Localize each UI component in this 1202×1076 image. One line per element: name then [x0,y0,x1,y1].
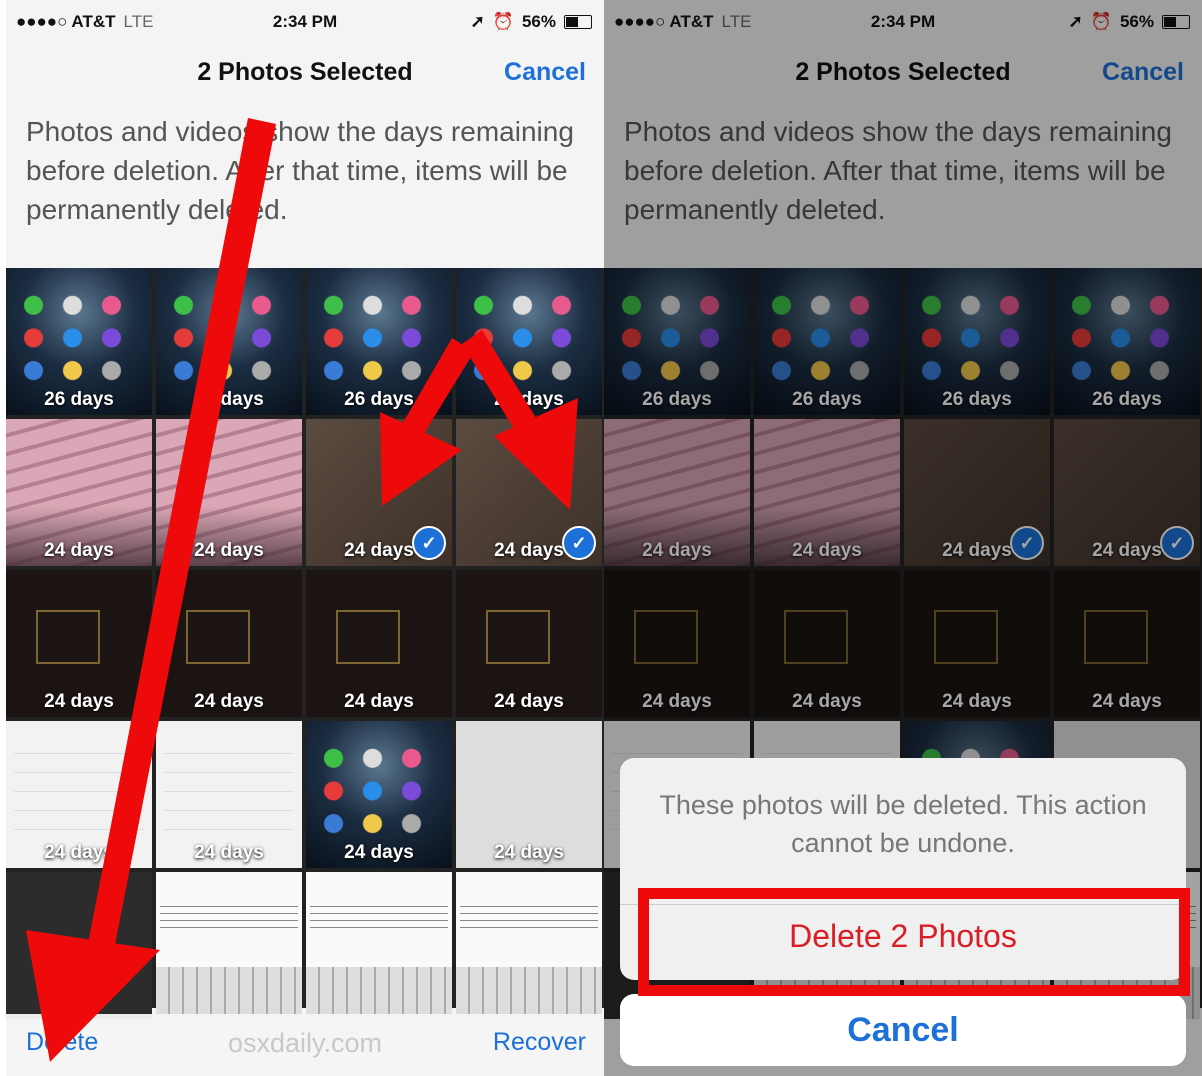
photo-tile[interactable] [306,872,452,1019]
photo-tile[interactable]: 24 days [306,570,452,717]
photo-tile[interactable]: 24 days ✓ [456,419,602,566]
photo-tile[interactable] [456,872,602,1019]
days-remaining-label: 26 days [494,389,564,410]
status-bar: ●●●●○ AT&T LTE 2:34 PM ➚ ⏰ 56% [6,0,604,42]
alarm-icon: ⏰ [492,12,514,31]
photo-grid: 26 days 26 days 26 days 26 days 24 days 24 da… [6,268,604,1019]
days-remaining-label: 24 days [44,691,114,712]
photo-tile[interactable]: 24 days [6,721,152,868]
recover-button[interactable]: Recover [493,1028,586,1057]
days-remaining-label: 24 days [44,842,114,863]
photo-tile[interactable]: 24 days [306,721,452,868]
info-text: Photos and videos show the days remainin… [26,116,574,225]
photo-tile[interactable]: 26 days [156,268,302,415]
days-remaining-label: 26 days [194,389,264,410]
photo-tile[interactable]: 24 days [456,570,602,717]
photo-tile[interactable]: 26 days [6,268,152,415]
days-remaining-label: 24 days [344,691,414,712]
days-remaining-label: 24 days [494,842,564,863]
days-remaining-label: 24 days [44,540,114,561]
checkmark-circle-icon: ✓ [412,526,446,560]
days-remaining-label: 24 days [494,691,564,712]
highlight-box [638,888,1190,996]
photo-tile[interactable]: 24 days [6,570,152,717]
days-remaining-label: 24 days [344,842,414,863]
photo-tile[interactable]: 26 days [306,268,452,415]
photo-tile[interactable]: 24 days [156,419,302,566]
photo-tile[interactable]: 24 days ✓ [306,419,452,566]
photo-tile[interactable]: 24 days [456,721,602,868]
alert-message: These photos will be deleted. This actio… [659,790,1147,858]
days-remaining-label: 24 days [194,842,264,863]
photo-tile[interactable] [6,872,152,1019]
battery-icon [564,15,592,29]
checkmark-circle-icon: ✓ [562,526,596,560]
battery-percent: 56% [521,12,556,31]
photo-tile[interactable] [156,872,302,1019]
location-icon: ➚ [470,12,485,31]
action-sheet-cancel-button[interactable]: Cancel [620,994,1186,1066]
days-remaining-label: 24 days [194,691,264,712]
days-remaining-label: 26 days [44,389,114,410]
photo-tile[interactable]: 24 days [156,570,302,717]
days-remaining-label: 26 days [344,389,414,410]
toolbar: Delete osxdaily.com Recover [6,1014,604,1076]
photo-tile[interactable]: 24 days [6,419,152,566]
nav-bar: 2 Photos Selected Cancel [6,42,604,104]
photo-tile[interactable]: 24 days [156,721,302,868]
left-screen: ●●●●○ AT&T LTE 2:34 PM ➚ ⏰ 56% 2 Photos S… [6,0,604,1076]
battery-fill [566,17,578,27]
photo-tile[interactable]: 26 days [456,268,602,415]
days-remaining-label: 24 days [194,540,264,561]
cancel-button[interactable]: Cancel [504,58,586,87]
